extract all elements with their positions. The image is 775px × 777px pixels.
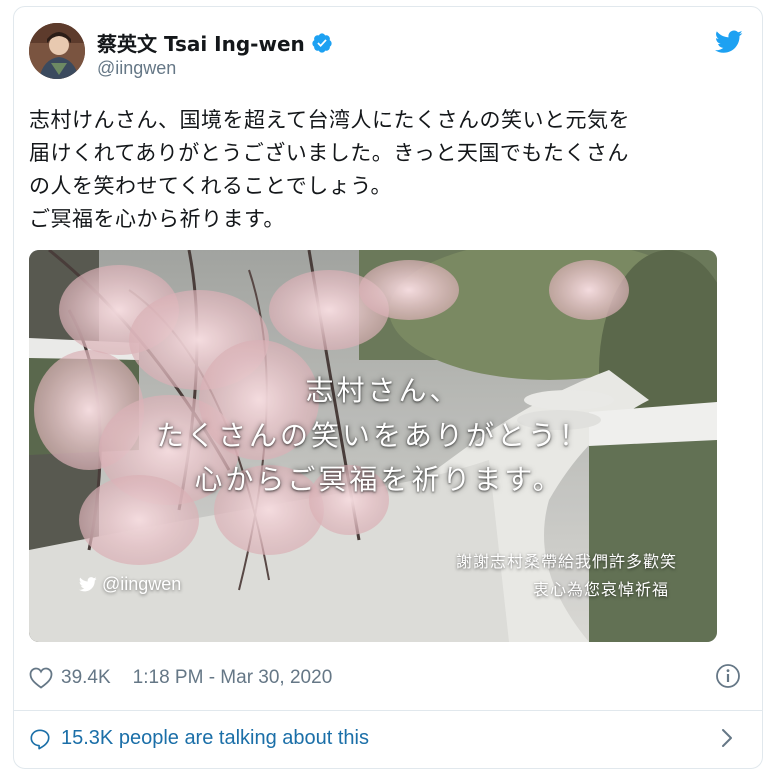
display-name-text[interactable]: 蔡英文 Tsai Ing-wen <box>97 28 305 57</box>
tweet-image[interactable]: 志村さん、 たくさんの笑いをありがとう！ 心からご冥福を祈ります。 @iingw… <box>29 250 717 642</box>
tweet-text-line: ご冥福を心から祈ります。 <box>29 207 285 231</box>
conversation-link[interactable]: 15.3K people are talking about this <box>29 727 369 750</box>
display-name[interactable]: 蔡英文 Tsai Ing-wen <box>97 28 333 57</box>
heart-icon <box>29 667 53 689</box>
chinese-caption-line-2: 衷心為您哀悼祈福 <box>532 580 669 599</box>
tweet-text-line: 志村けんさん、国境を超えて台湾人にたくさんの笑いと元気を <box>29 108 630 132</box>
chevron-right-icon[interactable] <box>719 727 735 749</box>
watermark-handle: @iingwen <box>102 574 182 594</box>
twitter-bird-icon[interactable] <box>715 30 743 54</box>
chinese-caption-line-1: 謝謝志村桑帶給我們許多歡笑 <box>455 552 677 571</box>
image-watermark: @iingwen <box>79 574 181 595</box>
info-icon[interactable] <box>715 663 741 689</box>
overlay-line-1: 志村さん、 <box>305 374 461 407</box>
overlay-line-2: たくさんの笑いをありがとう！ <box>155 419 590 452</box>
avatar[interactable] <box>29 23 85 79</box>
verified-badge-icon <box>312 32 332 53</box>
tweet-text-line: 届けくれてありがとうございました。きっと天国でもたくさん <box>29 141 629 165</box>
author-handle[interactable]: @iingwen <box>97 58 176 79</box>
like-count: 39.4K <box>61 667 111 688</box>
comment-bubble-icon <box>30 728 50 749</box>
timestamp[interactable]: 1:18 PM - Mar 30, 2020 <box>133 667 333 689</box>
tweet-meta: 39.4K 1:18 PM - Mar 30, 2020 <box>29 665 332 691</box>
tweet-text-line: の人を笑わせてくれることでしょう。 <box>29 174 392 198</box>
overlay-line-3: 心からご冥福を祈ります。 <box>194 463 564 496</box>
like-button[interactable]: 39.4K <box>29 667 111 689</box>
twitter-bird-icon <box>79 577 97 592</box>
conversation-text[interactable]: 15.3K people are talking about this <box>61 727 369 750</box>
tweet-text: 志村けんさん、国境を超えて台湾人にたくさんの笑いと元気を 届けくれてありがとうご… <box>29 104 729 236</box>
card-divider <box>14 710 762 711</box>
